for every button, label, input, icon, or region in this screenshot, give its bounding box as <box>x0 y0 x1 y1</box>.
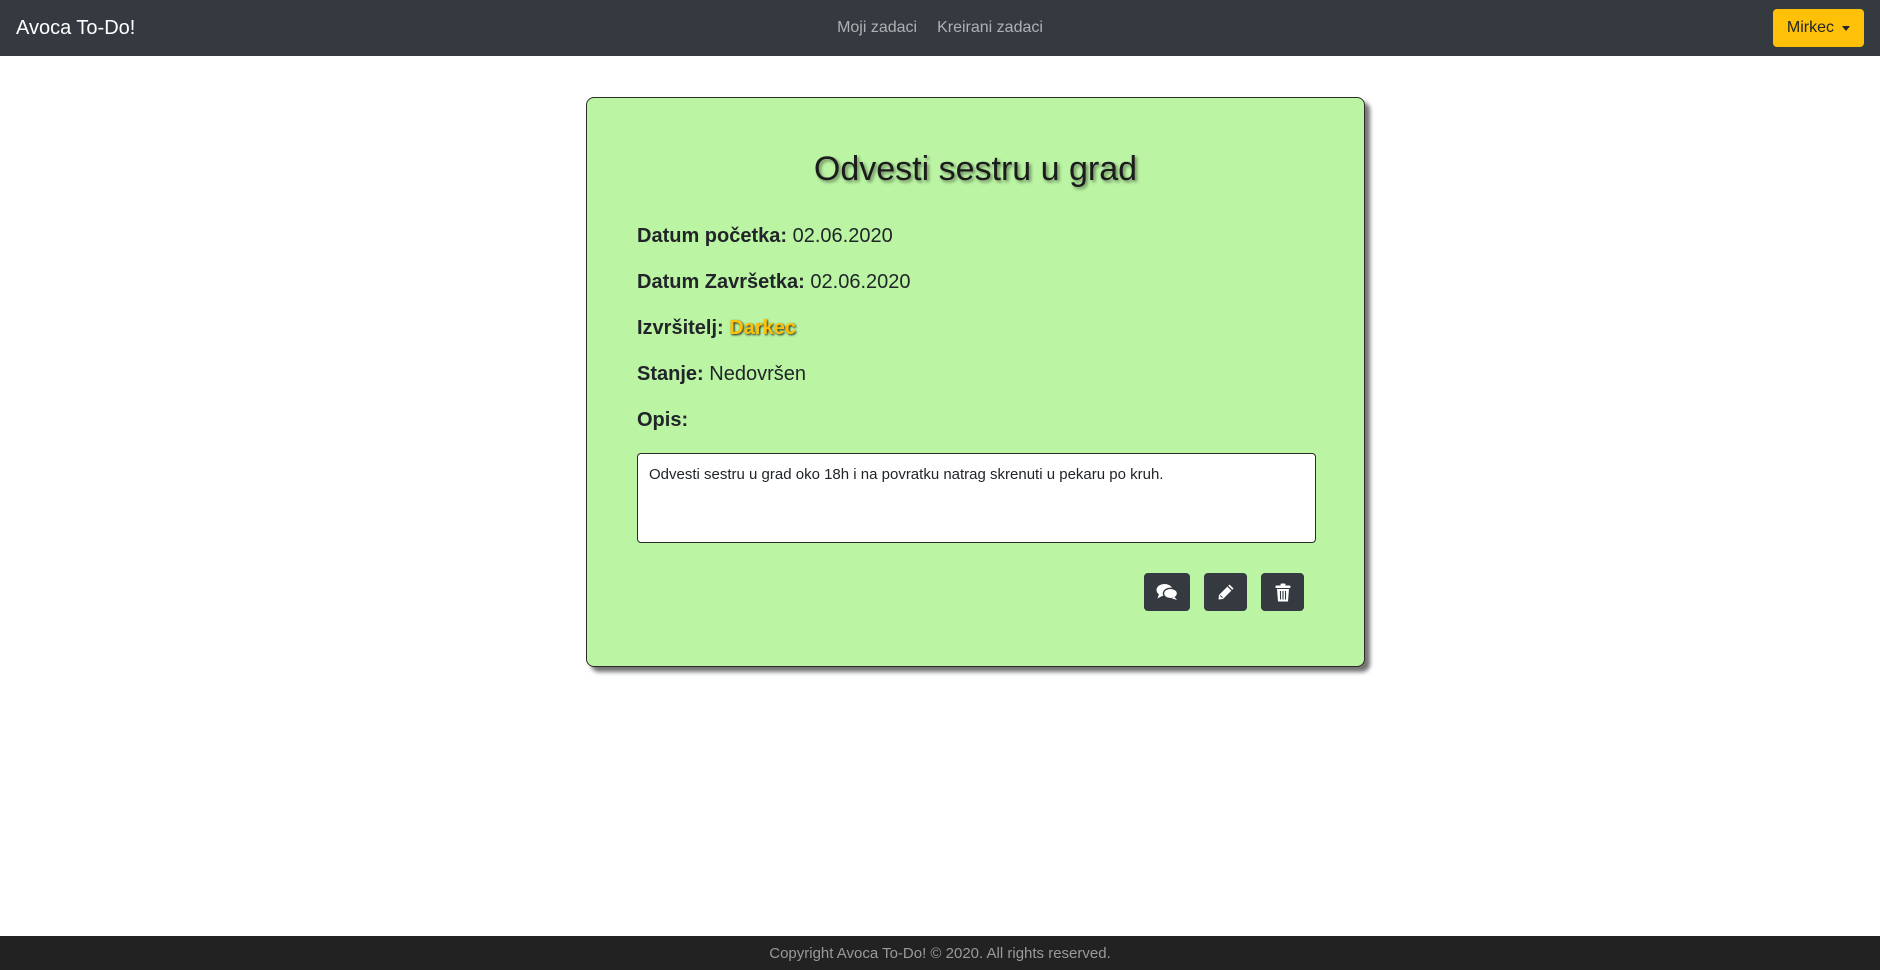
delete-button[interactable] <box>1261 573 1304 611</box>
assignee-label: Izvršitelj: <box>637 317 724 339</box>
description-row: Opis: <box>637 407 1314 433</box>
task-card: Odvesti sestru u grad Datum početka: 02.… <box>586 97 1365 667</box>
comments-icon <box>1156 584 1178 600</box>
trash-icon <box>1275 583 1290 601</box>
end-date-label: Datum Završetka: <box>637 271 805 293</box>
footer: Copyright Avoca To-Do! © 2020. All right… <box>0 936 1880 970</box>
pencil-icon <box>1218 584 1233 600</box>
copyright-text: Copyright Avoca To-Do! © 2020. All right… <box>769 944 1111 962</box>
user-dropdown-button[interactable]: Mirkec <box>1772 9 1864 47</box>
task-title: Odvesti sestru u grad <box>813 150 1138 188</box>
nav-link-kreirani-zadaci[interactable]: Kreirani zadaci <box>937 19 1043 37</box>
status-row: Stanje: Nedovršen <box>637 361 1314 387</box>
description-box: Odvesti sestru u grad oko 18h i na povra… <box>637 453 1316 543</box>
nav-link-moji-zadaci[interactable]: Moji zadaci <box>837 19 917 37</box>
navbar: Avoca To-Do! Moji zadaci Kreirani zadaci… <box>0 0 1880 56</box>
end-date-row: Datum Završetka: 02.06.2020 <box>637 269 1314 295</box>
start-date-value: 02.06.2020 <box>792 225 893 247</box>
assignee-value: Darkec <box>729 317 796 339</box>
assignee-row: Izvršitelj: Darkec <box>637 315 1314 341</box>
edit-button[interactable] <box>1204 573 1247 611</box>
end-date-value: 02.06.2020 <box>810 271 911 293</box>
start-date-label: Datum početka: <box>637 225 788 247</box>
status-label: Stanje: <box>637 363 704 385</box>
comments-button[interactable] <box>1144 573 1190 611</box>
nav-links: Moji zadaci Kreirani zadaci <box>0 0 1880 56</box>
brand-link[interactable]: Avoca To-Do! <box>16 17 135 40</box>
status-value: Nedovršen <box>709 363 806 385</box>
task-actions <box>637 573 1314 611</box>
start-date-row: Datum početka: 02.06.2020 <box>637 223 1314 249</box>
caret-down-icon <box>1842 25 1850 31</box>
description-label: Opis: <box>637 409 689 431</box>
user-dropdown-label: Mirkec <box>1786 19 1834 36</box>
